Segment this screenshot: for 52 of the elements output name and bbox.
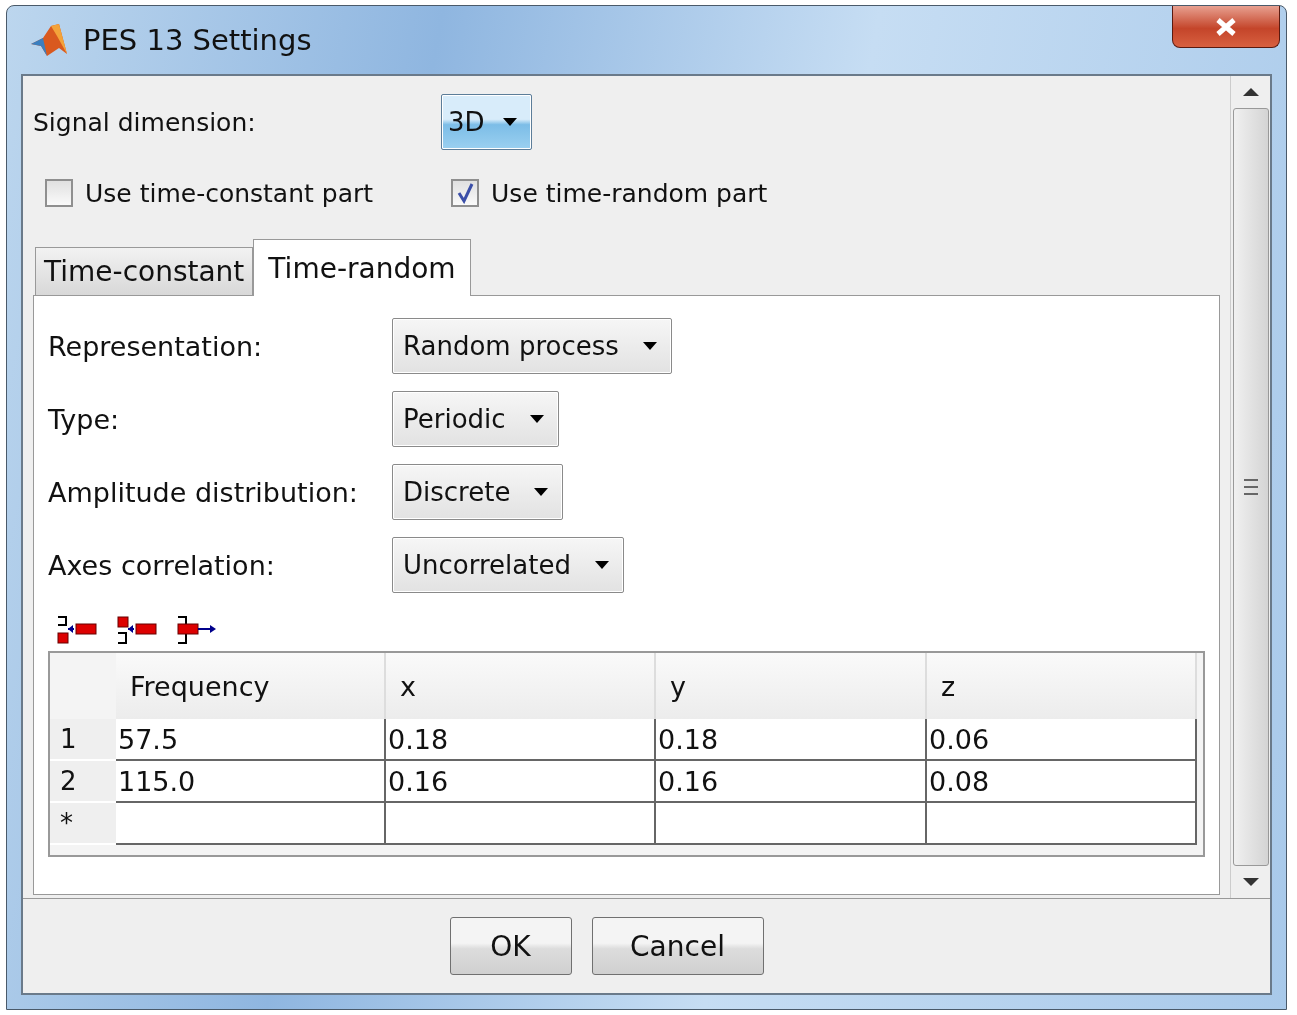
checkbox-label: Use time-random part: [491, 178, 768, 208]
table-cell[interactable]: [927, 803, 1197, 845]
table-cell[interactable]: [656, 803, 927, 845]
dropdown[interactable]: Periodic: [392, 391, 559, 447]
field-label: Axes correlation:: [48, 549, 276, 581]
table-cell[interactable]: 57.5: [116, 719, 386, 761]
field-label: Amplitude distribution:: [48, 476, 359, 508]
ok-button[interactable]: OK: [449, 917, 572, 975]
column-header[interactable]: x: [386, 653, 656, 719]
dropdown[interactable]: Uncorrelated: [392, 537, 624, 593]
field-label: Representation:: [48, 330, 264, 362]
dropdown[interactable]: Discrete: [392, 464, 564, 520]
table-cell[interactable]: 0.18: [386, 719, 656, 761]
dropdown[interactable]: 3D: [441, 94, 532, 150]
checkbox[interactable]: [451, 179, 480, 207]
caret-icon: [642, 342, 657, 350]
column-header[interactable]: z: [927, 653, 1197, 719]
tab[interactable]: Time-random: [253, 239, 471, 296]
scroll-up-icon[interactable]: [1242, 86, 1259, 96]
caret-icon: [502, 118, 517, 126]
table-cell[interactable]: [116, 803, 386, 845]
scroll-down-icon[interactable]: [1242, 878, 1259, 888]
caret-icon: [534, 488, 549, 496]
table-cell[interactable]: 0.18: [656, 719, 927, 761]
tab[interactable]: Time-constant: [35, 247, 254, 295]
table-cell[interactable]: [386, 803, 656, 845]
delete-row-icon[interactable]: [176, 615, 218, 645]
checkbox-label: Use time-constant part: [85, 178, 374, 208]
app-logo-icon: [29, 22, 69, 58]
caret-icon: [594, 561, 609, 569]
grip-icon[interactable]: [1243, 477, 1258, 497]
table-cell[interactable]: 0.16: [386, 761, 656, 803]
field-label: Signal dimension:: [33, 107, 257, 137]
cancel-button[interactable]: Cancel: [591, 917, 764, 975]
insert-row-above-icon[interactable]: [56, 615, 98, 645]
dropdown[interactable]: Random process: [392, 318, 672, 374]
table-cell[interactable]: 0.06: [927, 719, 1197, 761]
table-cell[interactable]: 0.08: [927, 761, 1197, 803]
close-icon: [1215, 17, 1237, 36]
window-title: PES 13 Settings: [83, 23, 312, 57]
table-cell[interactable]: 0.16: [656, 761, 927, 803]
row-header: 2: [50, 761, 116, 803]
caret-icon: [529, 415, 544, 423]
table-cell[interactable]: 115.0: [116, 761, 386, 803]
insert-row-below-icon[interactable]: [116, 615, 158, 645]
row-header: 1: [50, 719, 116, 761]
close-button[interactable]: [1172, 6, 1280, 48]
checkbox[interactable]: [45, 179, 73, 207]
column-header[interactable]: y: [656, 653, 927, 719]
row-header: *: [50, 803, 116, 845]
field-label: Type:: [48, 403, 121, 435]
column-header[interactable]: Frequency: [116, 653, 386, 719]
